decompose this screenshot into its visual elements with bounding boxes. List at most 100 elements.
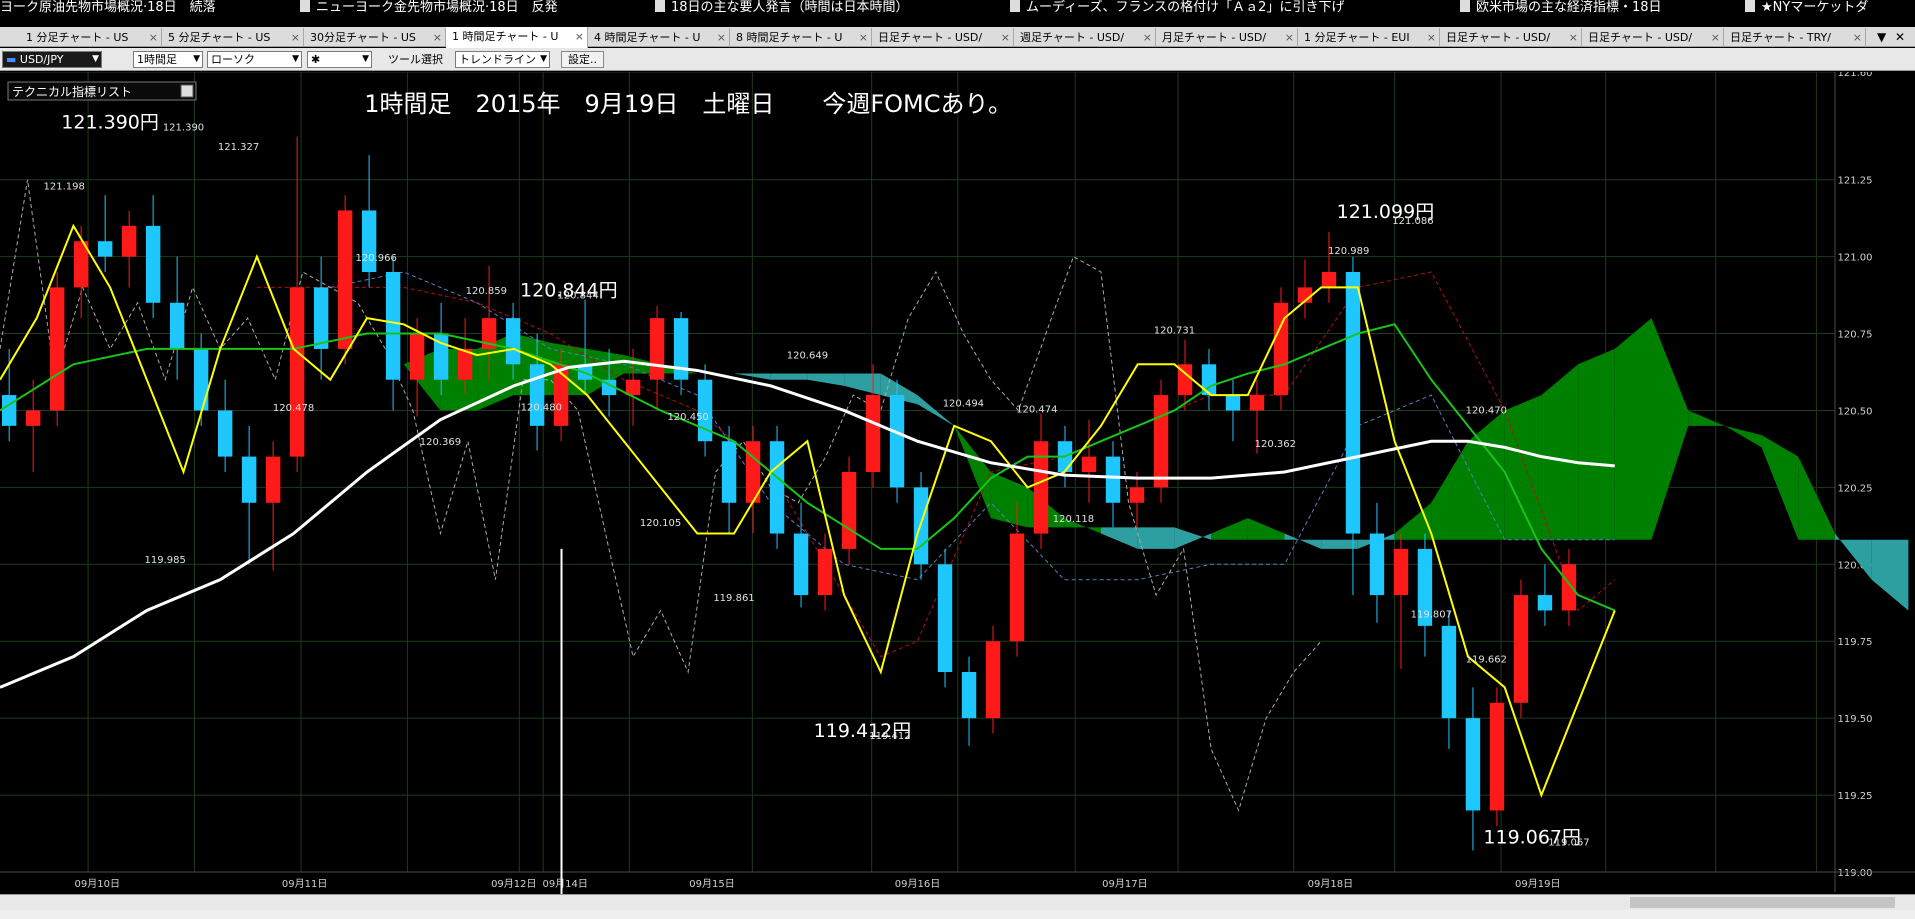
indicator-list-panel[interactable]: テクニカル指標リスト [7, 81, 197, 101]
close-icon[interactable]: × [575, 27, 584, 46]
candle-body [217, 410, 233, 457]
chart-tab[interactable]: 日足チャート - TRY/ × [1724, 28, 1866, 47]
close-icon[interactable]: × [1427, 28, 1436, 47]
candle [1513, 579, 1529, 719]
chevron-down-icon: ▼ [193, 54, 200, 64]
chart-tab[interactable]: 月足チャート - USD/ × [1156, 28, 1298, 47]
candle-body [649, 318, 665, 380]
chart-tab[interactable]: 1 分足チャート - EUI × [1298, 28, 1440, 47]
kumo-cloud-segment [1137, 527, 1175, 549]
chart-tab[interactable]: 日足チャート - USD/ × [872, 28, 1014, 47]
candle [1153, 379, 1169, 503]
close-icon[interactable]: × [1143, 28, 1152, 47]
candle-body [145, 225, 161, 303]
news-ticker: ヨーク原油先物市場概況·18日 続落 ニューヨーク金先物市場概況·18日 反発 18… [0, 0, 1915, 16]
close-icon[interactable]: × [859, 28, 868, 47]
document-icon [655, 0, 665, 12]
chart-tab[interactable]: 30分足チャート - US × [304, 28, 446, 47]
news-item[interactable]: ★NYマーケットダ [1745, 0, 1868, 15]
timeframe-select[interactable]: 1時間足 ▼ [133, 51, 203, 68]
chart-tab[interactable]: 週足チャート - USD/ × [1014, 28, 1156, 47]
candle-body [1129, 487, 1145, 503]
settings-button[interactable]: 設定.. [561, 51, 604, 68]
currency-pair-select[interactable]: ▬ USD/JPY ▼ [2, 51, 102, 68]
tab-label: 8 時間足チャート - U [736, 31, 843, 44]
document-icon [300, 0, 310, 12]
document-icon [1460, 0, 1470, 12]
chart-scrollbar[interactable] [0, 894, 1915, 910]
y-tick-label: 120.25 [1838, 483, 1873, 494]
candle-body [889, 395, 905, 488]
chart-tab[interactable]: 5 分足チャート - US × [162, 28, 304, 47]
tab-label: 月足チャート - USD/ [1162, 31, 1267, 44]
drawing-tool-select[interactable]: トレンドライン ▼ [455, 51, 550, 68]
document-icon [1745, 0, 1755, 12]
candle-body [1441, 625, 1457, 719]
price-label: 120.474 [1016, 404, 1057, 415]
x-tick-label: 09月19日 [1515, 878, 1560, 890]
news-item[interactable]: ヨーク原油先物市場概況·18日 続落 [0, 0, 216, 15]
chart-tab[interactable]: 4 時間足チャート - U × [588, 28, 730, 47]
close-all-tabs-icon[interactable]: ✕ [1895, 27, 1905, 47]
price-chart[interactable]: 121.60 121.25 121.00 120.75 120.50 120.25 120.… [0, 72, 1915, 894]
chart-tab[interactable]: 8 時間足チャート - U × [730, 28, 872, 47]
candle-body [385, 272, 401, 380]
close-icon[interactable]: × [1285, 28, 1294, 47]
flag-icon: ▬ [6, 53, 17, 66]
candle-body [1561, 564, 1577, 611]
candle-body [961, 672, 977, 719]
chart-tab[interactable]: 1 時間足チャート - U × [446, 27, 588, 48]
price-label: 120.450 [667, 412, 708, 423]
y-tick-label: 119.00 [1838, 868, 1873, 879]
close-icon[interactable]: × [149, 28, 158, 47]
kumo-cloud-segment [1614, 318, 1652, 540]
chart-type-select[interactable]: ローソク ▼ [207, 51, 302, 68]
tab-label: 4 時間足チャート - U [594, 31, 701, 44]
candle [1273, 287, 1289, 411]
candle-body [193, 348, 209, 411]
candle-body [721, 441, 737, 503]
chart-tab[interactable]: 1 分足チャート - US × [20, 28, 162, 47]
collapse-icon[interactable] [180, 84, 194, 98]
price-label: 120.859 [466, 286, 507, 297]
price-label: 121.327 [218, 142, 259, 153]
currency-pair-value: USD/JPY [19, 53, 64, 66]
close-icon[interactable]: × [1853, 28, 1862, 47]
candle-body [1153, 395, 1169, 488]
news-headline: ★NYマーケットダ [1761, 0, 1869, 15]
chevron-down-icon: ▼ [92, 54, 99, 64]
scrollbar-thumb[interactable] [1630, 897, 1895, 908]
tab-list-menu-icon[interactable]: ▼ [1877, 27, 1886, 47]
tab-label: 日足チャート - USD/ [1446, 31, 1551, 44]
close-icon[interactable]: × [291, 28, 300, 47]
chart-tab[interactable]: 日足チャート - USD/ × [1582, 28, 1724, 47]
candle-body [841, 472, 857, 549]
close-icon[interactable]: × [1711, 28, 1720, 47]
chevron-down-icon: ▼ [362, 54, 369, 64]
news-item[interactable]: 欧米市場の主な経済指標・18日 [1460, 0, 1662, 15]
candle-body [1009, 533, 1025, 642]
news-item[interactable]: ニューヨーク金先物市場概況·18日 反発 [300, 0, 558, 15]
candle-body [265, 456, 281, 503]
news-item[interactable]: ムーディーズ、フランスの格付け「Ａａ2」に引き下げ [1010, 0, 1344, 15]
tab-label: 1 時間足チャート - U [452, 30, 559, 43]
candle-body [49, 287, 65, 411]
chevron-down-icon: ▼ [292, 54, 299, 64]
close-icon[interactable]: × [1001, 28, 1010, 47]
tab-label: 30分足チャート - US [310, 31, 416, 44]
close-icon[interactable]: × [433, 28, 442, 47]
close-icon[interactable]: × [717, 28, 726, 47]
candle-body [241, 456, 257, 503]
chevron-down-icon: ▼ [540, 54, 547, 64]
close-icon[interactable]: × [1569, 28, 1578, 47]
candle-body [1081, 456, 1097, 472]
x-tick-label: 09月12日 [491, 878, 536, 890]
x-tick-label: 09月10日 [75, 878, 120, 890]
news-headline: ヨーク原油先物市場概況·18日 続落 [0, 0, 216, 15]
news-item[interactable]: 18日の主な要人発言（時間は日本時間） [655, 0, 909, 15]
marker-select[interactable]: ✱ ▼ [307, 51, 372, 68]
price-label: 120.844 [557, 291, 598, 302]
chart-tab[interactable]: 日足チャート - USD/ × [1440, 28, 1582, 47]
tab-label: 週足チャート - USD/ [1020, 31, 1125, 44]
document-icon [1010, 0, 1020, 12]
